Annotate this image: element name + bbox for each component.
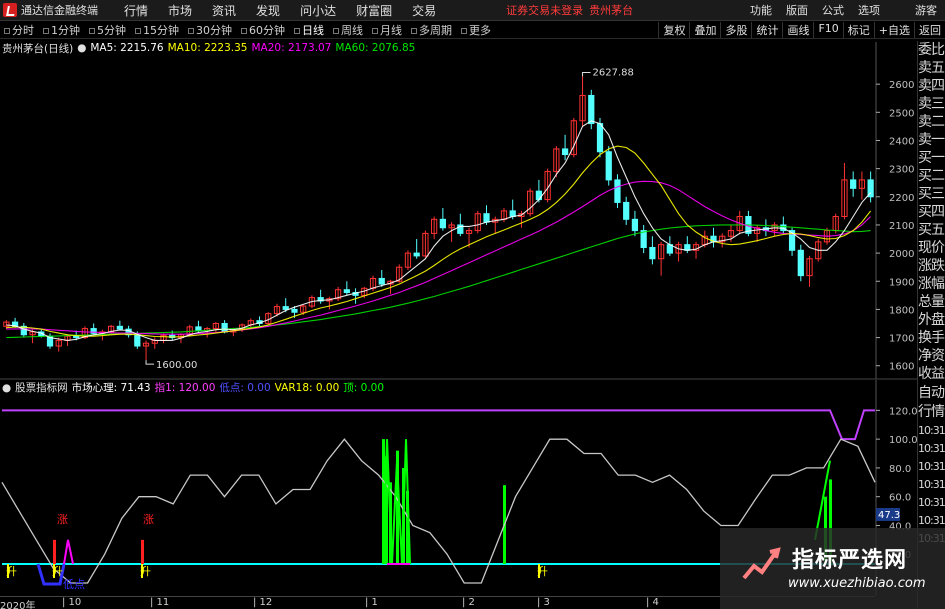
quote-sidebar: 委比 卖五 卖四 卖三 卖二 卖一 买一 买二 买三 买四 买五 现价 涨跌 涨幅 总量 外盘 换手 净资 收益 自… (917, 41, 945, 609)
date-tick-label: | 3 (537, 597, 550, 608)
indicator-tick-label: 60.0 (889, 493, 911, 504)
sidebar-item[interactable]: 涨幅 (918, 275, 945, 293)
watermark-title: 指标严选网 (792, 548, 908, 573)
watermark: 指标严选网 www.xuezhibiao.com (720, 528, 945, 609)
sidebar-item[interactable]: 卖三 (918, 95, 945, 113)
sidebar-item[interactable]: 卖四 (918, 77, 945, 95)
sidebar-item[interactable]: 买四 (918, 203, 945, 221)
date-tick-label: | 12 (253, 597, 273, 608)
sidebar-item[interactable]: 买二 (918, 167, 945, 185)
sidebar-item[interactable]: 卖二 (918, 113, 945, 131)
low-point-label: 低点 (63, 578, 85, 591)
zhi1-line (2, 409, 875, 441)
sidebar-item[interactable]: 买五 (918, 221, 945, 239)
date-tick-label: | 10 (62, 597, 82, 608)
sidebar-item[interactable]: 收益 (918, 365, 945, 383)
sidebar-lower-item: 10:31 (918, 442, 945, 455)
date-tick-label: | 11 (150, 597, 170, 608)
sidebar-lower-item[interactable]: 行情 (918, 403, 945, 422)
magenta-spike (63, 539, 74, 565)
indicator-annotations: 升升升升涨 涨低点 (6, 513, 548, 591)
indicator-bars (53, 439, 832, 564)
sidebar-item[interactable]: 涨跌 (918, 257, 945, 275)
sidebar-lower-item: 10:31 (918, 460, 945, 473)
date-tick-label: | 2 (462, 597, 475, 608)
sidebar-item[interactable]: 委比 (918, 41, 945, 59)
sidebar-item[interactable]: 买三 (918, 185, 945, 203)
current-value-label: 47.3 (878, 510, 900, 521)
sidebar-lower-item: 10:31 (918, 496, 945, 509)
zhang-label: 涨 (57, 513, 68, 526)
sidebar-item[interactable]: 卖五 (918, 59, 945, 77)
sidebar-item[interactable]: 换手 (918, 329, 945, 347)
watermark-url: www.xuezhibiao.com (788, 576, 926, 591)
sidebar-item[interactable]: 现价 (918, 239, 945, 257)
sidebar-lower-item[interactable]: 自动 (918, 384, 945, 403)
indicator-tick-label: 80.0 (889, 464, 911, 475)
date-tick-label: 2020年 (0, 601, 36, 609)
signal-bar-red (53, 539, 56, 564)
signal-bar-red (141, 539, 144, 564)
sidebar-lower-item: 10:31 (918, 424, 945, 437)
sidebar-item[interactable]: 净资 (918, 347, 945, 365)
indicator-tick-label: 100.0 (889, 435, 917, 446)
sidebar-lower: 自动行情10:3110:3110:3110:3110:3110:3110:31 (918, 384, 945, 548)
sidebar-upper: 委比 卖五 卖四 卖三 卖二 卖一 买一 买二 买三 买四 买五 现价 涨跌 涨幅 总量 外盘 换手 净资 收益 (918, 41, 945, 383)
watermark-logo-icon (742, 547, 781, 580)
indicator-tick-label: 120.0 (889, 406, 917, 417)
sidebar-item[interactable]: 买一 (918, 149, 945, 167)
sidebar-item[interactable]: 总量 (918, 293, 945, 311)
sidebar-lower-item: 10:31 (918, 478, 945, 491)
indicator-chart[interactable]: 20.040.060.080.0100.0120.047.3 升升升升涨涨低点 (0, 0, 917, 609)
sidebar-item[interactable]: 卖一 (918, 131, 945, 149)
zhang-label: 涨 (143, 513, 154, 526)
date-tick-label: | 1 (365, 597, 378, 608)
sidebar-item[interactable]: 外盘 (918, 311, 945, 329)
date-tick-label: | 4 (646, 597, 659, 608)
tool-back[interactable]: 返回 (914, 22, 945, 38)
